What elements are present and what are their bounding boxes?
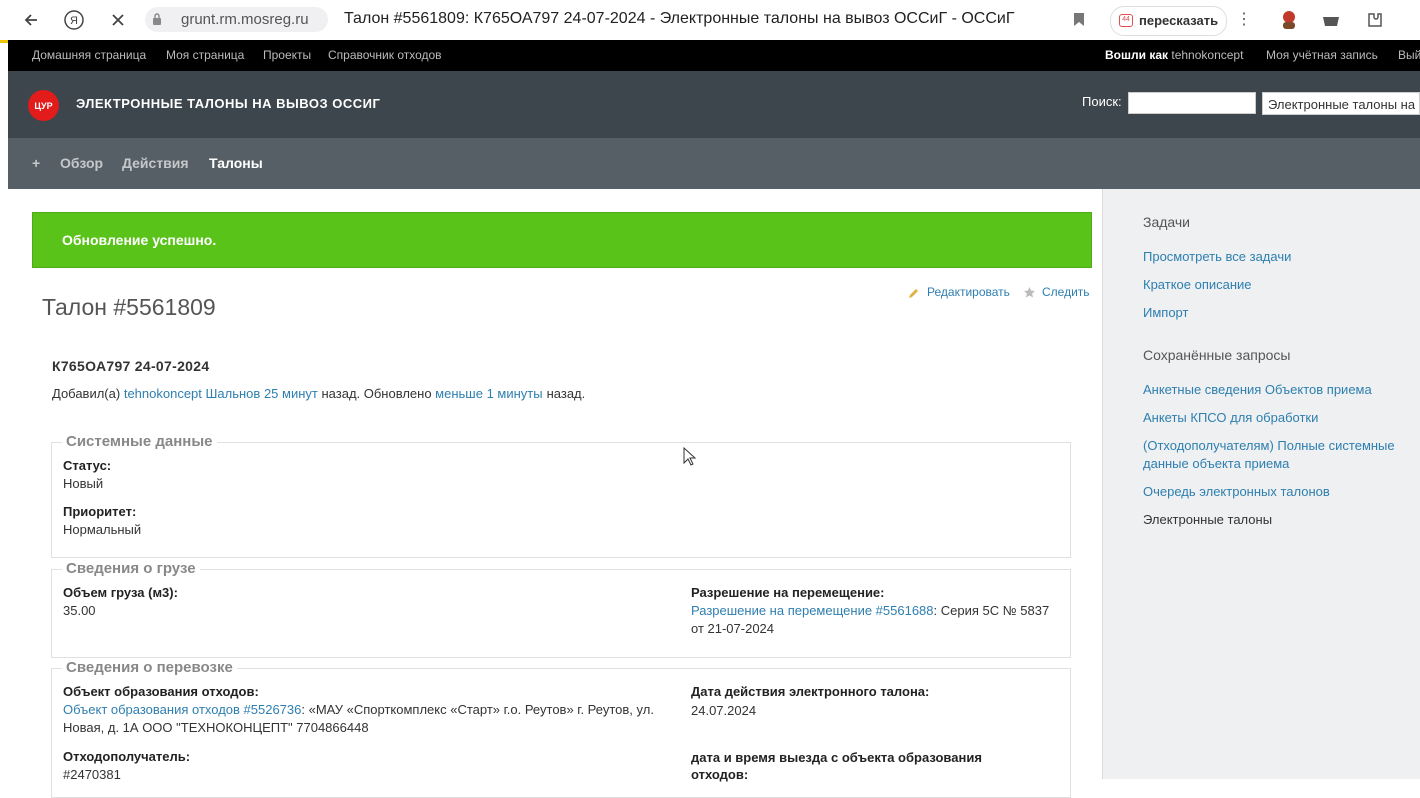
priority-value: Нормальный (63, 522, 142, 537)
issue-subject: К765ОА797 24-07-2024 (52, 358, 210, 374)
volume-value: 35.00 (63, 603, 96, 618)
top-menu-my-account[interactable]: Моя учётная запись (1266, 48, 1378, 62)
sidebar-query-objects[interactable]: Анкетные сведения Объектов приема (1143, 381, 1418, 399)
sidebar-saved-queries-heading: Сохранённые запросы (1143, 347, 1291, 363)
sidebar: Задачи Просмотреть все задачи Краткое оп… (1102, 189, 1420, 779)
logged-as-user[interactable]: tehnokoncept (1171, 48, 1243, 62)
back-arrow-icon[interactable] (18, 7, 44, 33)
sidebar-query-current: Электронные талоны (1143, 512, 1273, 527)
sidebar-view-all-issues[interactable]: Просмотреть все задачи (1143, 248, 1418, 266)
validity-date-label: Дата действия электронного талона: (691, 684, 930, 699)
contextual-actions: Редактировать Следить (906, 285, 1096, 303)
receiver-label: Отходополучатель: (63, 749, 191, 764)
star-icon (1024, 287, 1035, 298)
more-menu-icon[interactable]: ⋮ (1236, 9, 1252, 29)
extension-download-icon[interactable] (1320, 9, 1342, 31)
retell-label: пересказать (1139, 13, 1219, 28)
address-bar[interactable]: grunt.rm.mosreg.ru (145, 7, 328, 32)
transport-legend: Сведения о перевозке (62, 659, 237, 676)
svg-text:Я: Я (70, 15, 78, 27)
priority-label: Приоритет: (63, 504, 137, 519)
search-input[interactable] (1128, 92, 1256, 114)
browser-toolbar: Я grunt.rm.mosreg.ru Талон #5561809: К76… (0, 0, 1420, 41)
flash-text: Обновление успешно. (62, 232, 217, 248)
top-menu-logout[interactable]: Выйти (1398, 48, 1420, 62)
updated-prefix: назад. Обновлено (321, 386, 432, 401)
validity-date-value: 24.07.2024 (691, 703, 757, 718)
waste-object-label: Объект образования отходов: (63, 684, 259, 699)
system-data-legend: Системные данные (62, 433, 217, 450)
retell-icon: 44 (1119, 14, 1133, 27)
logged-as-prefix: Вошли как (1105, 48, 1169, 62)
watch-link[interactable]: Следить (1042, 285, 1090, 299)
sidebar-query-kpso[interactable]: Анкеты КПСО для обработки (1143, 409, 1418, 427)
site-title: ЭЛЕКТРОННЫЕ ТАЛОНЫ НА ВЫВОЗ ОССИГ (76, 96, 381, 111)
updated-ago-link[interactable]: меньше 1 минуты (435, 386, 542, 401)
page-title-bar: Талон #5561809: К765ОА797 24-07-2024 - Э… (344, 10, 1015, 27)
waste-object-link[interactable]: Объект образования отходов #5526736 (63, 702, 301, 717)
bookmark-icon[interactable] (1073, 12, 1085, 32)
yandex-icon[interactable]: Я (61, 7, 87, 33)
tab-issues[interactable]: Талоны (209, 155, 263, 171)
permit-link[interactable]: Разрешение на перемещение #5561688 (691, 603, 934, 618)
cargo-legend: Сведения о грузе (62, 560, 200, 577)
receiver-value: #2470381 (63, 767, 121, 782)
logged-as: Вошли как tehnokoncept (1105, 48, 1243, 62)
tab-activity[interactable]: Действия (122, 155, 189, 171)
sidebar-tasks-heading: Задачи (1143, 214, 1191, 230)
main-menu: + Обзор Действия Талоны (8, 138, 1420, 189)
permit-label: Разрешение на перемещение: (691, 585, 885, 600)
project-jump-select[interactable]: Электронные талоны на вывоз ОССиГ (1262, 92, 1420, 115)
sidebar-query-receivers[interactable]: (Отходополучателям) Полные системные дан… (1143, 437, 1418, 473)
departure-label: дата и время выезда с объекта образовани… (691, 750, 982, 782)
top-menu-waste-reference[interactable]: Справочник отходов (328, 48, 442, 62)
volume-label: Объем груза (м3): (63, 585, 178, 600)
author-link[interactable]: tehnokoncept Шальнов (124, 386, 261, 401)
waste-object-value: Объект образования отходов #5526736: «МА… (63, 701, 683, 737)
project-jump-value: Электронные талоны на вывоз ОССиГ (1268, 97, 1419, 112)
flash-notice: Обновление успешно. (32, 212, 1092, 268)
status-value: Новый (63, 476, 104, 491)
stop-loading-icon[interactable] (105, 7, 131, 33)
top-menu-my-page[interactable]: Моя страница (166, 48, 244, 62)
added-prefix: Добавил(а) (52, 386, 121, 401)
updated-suffix: назад. (546, 386, 586, 401)
issue-title: Талон #5561809 (42, 294, 216, 320)
extension-avatar-icon[interactable] (1278, 9, 1300, 31)
extension-puzzle-icon[interactable] (1364, 9, 1386, 31)
logo[interactable]: ЦУР (28, 90, 59, 121)
tab-new-issue[interactable]: + (32, 155, 40, 171)
lock-icon (153, 13, 161, 25)
system-data-section: Системные данные Статус: Новый Приоритет… (51, 433, 1071, 558)
search-label: Поиск: (1082, 94, 1122, 109)
top-menu-projects[interactable]: Проекты (263, 48, 311, 62)
sidebar-import[interactable]: Импорт (1143, 304, 1418, 322)
edit-link[interactable]: Редактировать (927, 285, 1010, 299)
sidebar-summary[interactable]: Краткое описание (1143, 276, 1418, 294)
author-line: Добавил(а) tehnokoncept Шальнов 25 минут… (52, 386, 585, 401)
top-menu: Домашняя страница Моя страница Проекты С… (8, 40, 1420, 71)
header: ЦУР ЭЛЕКТРОННЫЕ ТАЛОНЫ НА ВЫВОЗ ОССИГ По… (8, 71, 1420, 138)
status-label: Статус: (63, 458, 112, 473)
retell-button[interactable]: 44 пересказать (1110, 6, 1227, 36)
url-text: grunt.rm.mosreg.ru (181, 11, 309, 28)
sidebar-query-queue[interactable]: Очередь электронных талонов (1143, 483, 1418, 501)
added-ago-link[interactable]: 25 минут (264, 386, 318, 401)
top-menu-home[interactable]: Домашняя страница (32, 48, 146, 62)
cargo-section: Сведения о грузе Объем груза (м3): 35.00… (51, 560, 1071, 658)
mouse-cursor-icon (683, 447, 697, 466)
tab-overview[interactable]: Обзор (60, 155, 103, 171)
pencil-icon (909, 289, 918, 298)
permit-value: Разрешение на перемещение #5561688: Сери… (691, 602, 1051, 638)
